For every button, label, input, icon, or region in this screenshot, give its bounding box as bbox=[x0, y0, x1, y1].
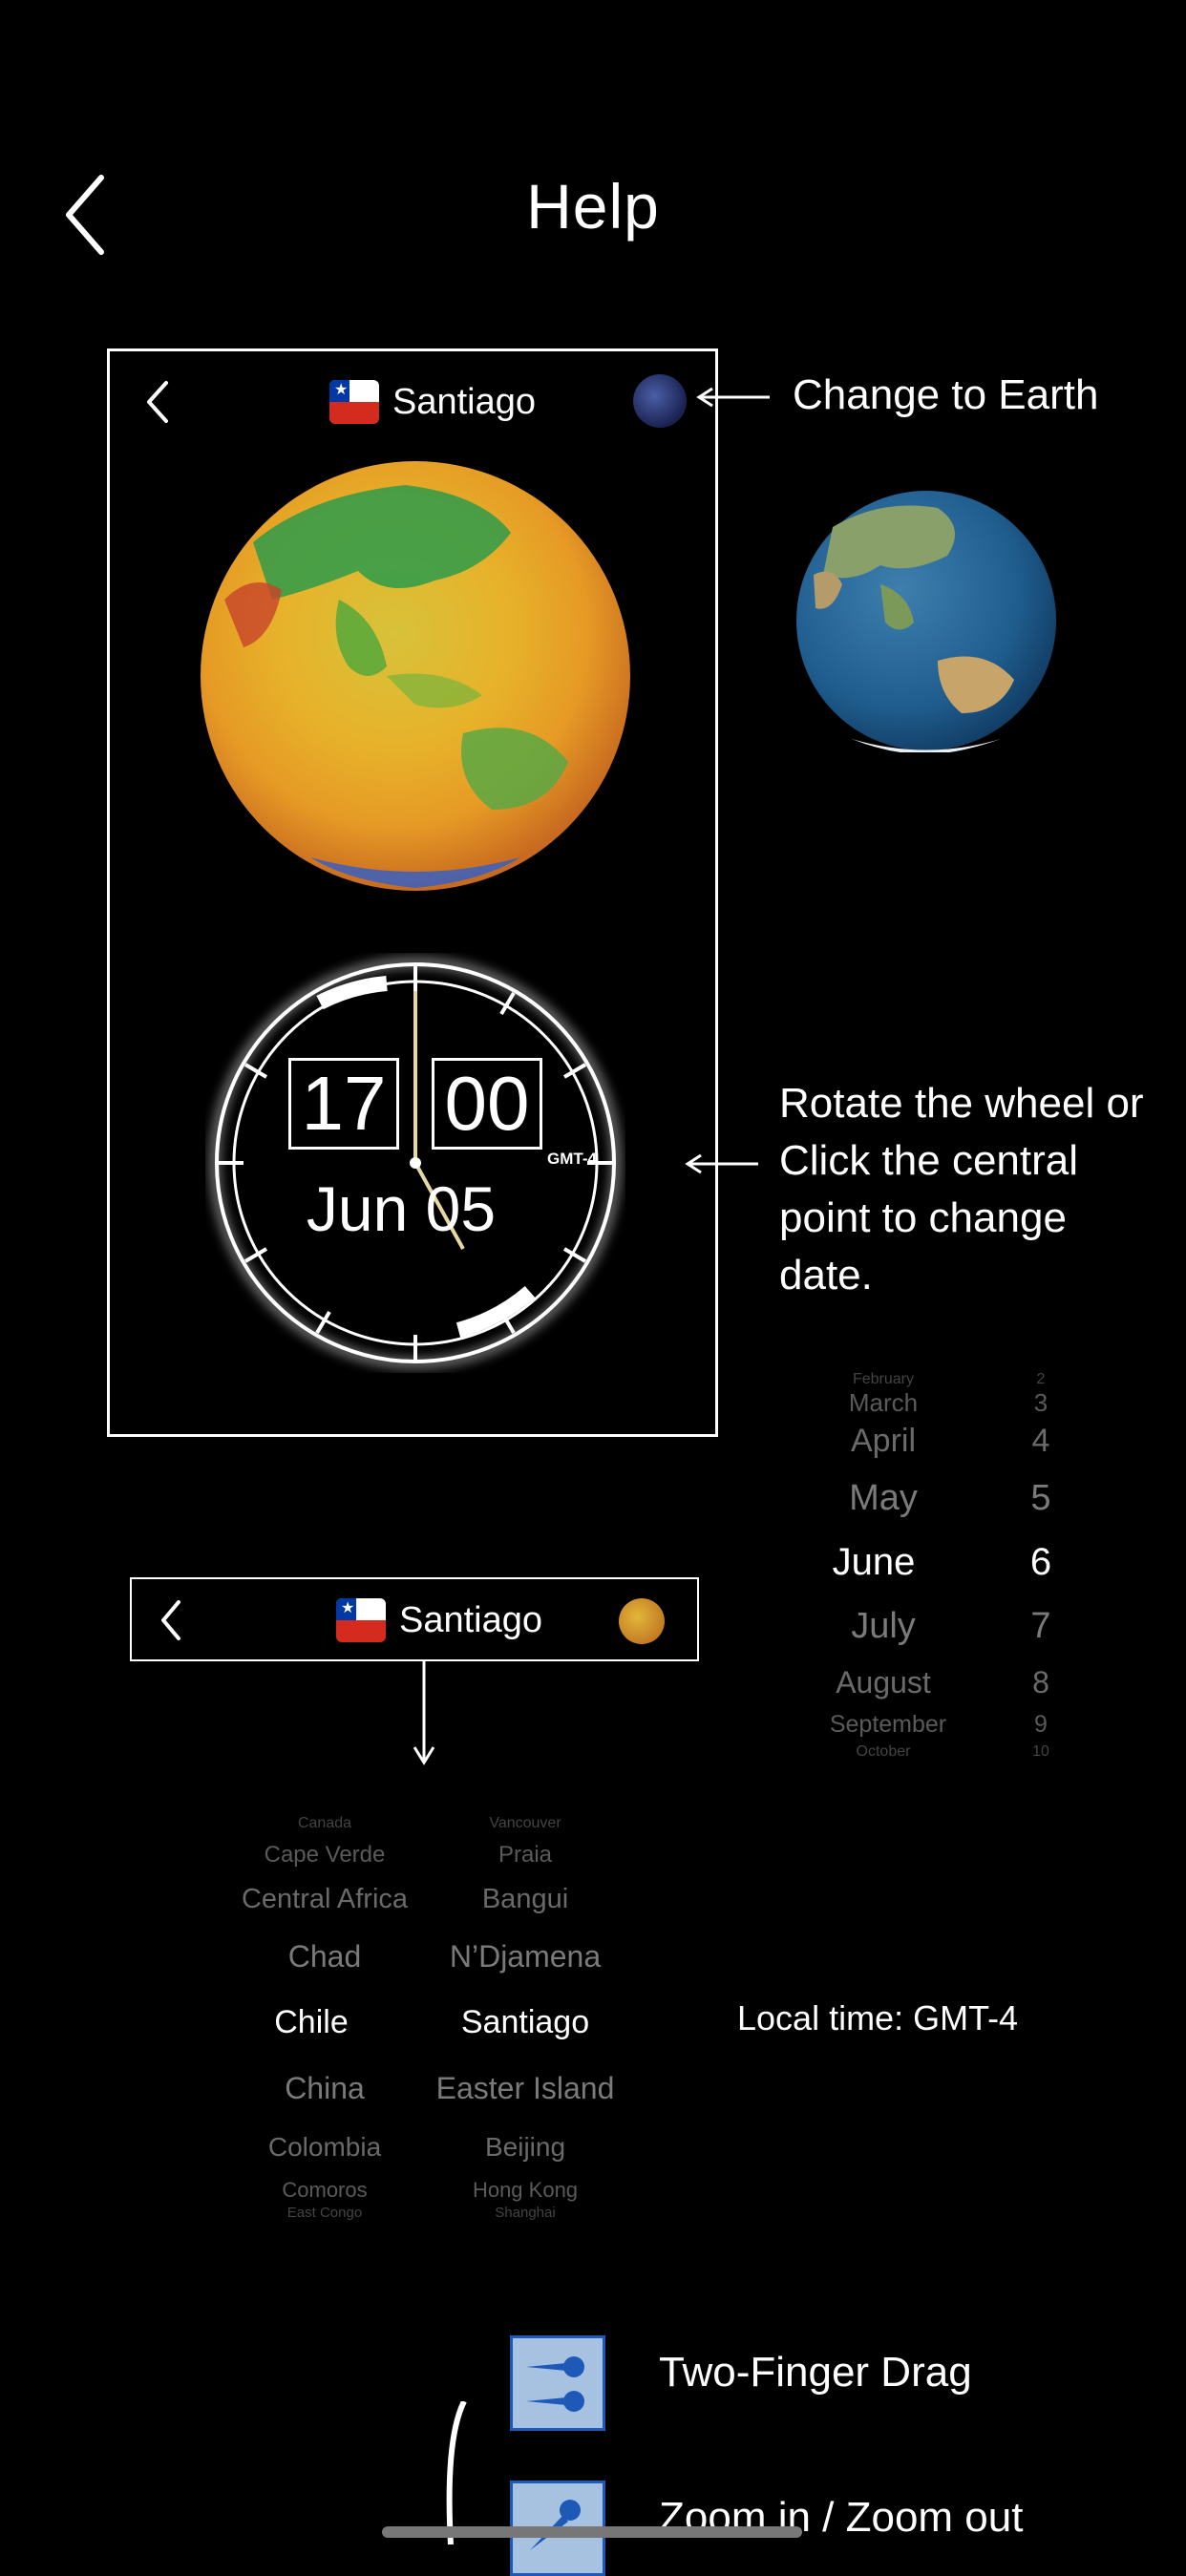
month-picker-num: 10 bbox=[1032, 1743, 1049, 1760]
country-picker-country: Chad bbox=[287, 1939, 362, 1974]
country-picker-city: Shanghai bbox=[495, 2205, 556, 2221]
city-header-bar[interactable]: ★ Santiago bbox=[130, 1577, 699, 1661]
rotate-wheel-instructions: Rotate the wheel or Click the central po… bbox=[779, 1075, 1144, 1304]
clock-date: Jun 05 bbox=[306, 1173, 497, 1244]
clock-timezone: GMT-4 bbox=[547, 1150, 597, 1168]
instruction-line: point to change bbox=[779, 1194, 1067, 1241]
earth-globe-image bbox=[796, 491, 1056, 752]
country-picker-city: Hong Kong bbox=[472, 2178, 579, 2202]
country-picker-country: Canada bbox=[297, 1815, 352, 1831]
preview-title: ★ Santiago bbox=[329, 378, 536, 426]
month-picker-num: 5 bbox=[1030, 1478, 1051, 1518]
instruction-line: Click the central bbox=[779, 1137, 1079, 1184]
page-title: Help bbox=[526, 171, 660, 242]
clock-hours: 17 bbox=[288, 1058, 399, 1150]
back-chevron-icon bbox=[161, 1600, 180, 1640]
chile-flag-icon: ★ bbox=[329, 380, 379, 424]
month-picker[interactable]: February 2 March 3 April 4 May 5 June 6 … bbox=[783, 1371, 1079, 1760]
month-picker-month: April bbox=[850, 1423, 917, 1459]
instruction-line: Rotate the wheel or bbox=[779, 1080, 1144, 1127]
month-picker-num-selected: 6 bbox=[1029, 1541, 1052, 1583]
country-picker-city-selected: Santiago bbox=[460, 2004, 590, 2040]
month-picker-month: May bbox=[849, 1478, 918, 1518]
country-picker-city: Beijing bbox=[484, 2132, 566, 2162]
month-picker-month: August bbox=[836, 1665, 931, 1700]
month-picker-num: 9 bbox=[1034, 1711, 1048, 1738]
arrow-left-icon bbox=[685, 1153, 758, 1174]
country-picker-city: Bangui bbox=[481, 1884, 569, 1914]
arrow-down-icon bbox=[413, 1661, 435, 1765]
month-picker-month: February bbox=[852, 1371, 915, 1387]
country-picker-country: Cape Verde bbox=[264, 1842, 386, 1868]
country-picker-city: Easter Island bbox=[435, 2071, 615, 2105]
chile-flag-icon: ★ bbox=[336, 1598, 386, 1642]
country-picker-country: East Congo bbox=[286, 2205, 363, 2221]
month-picker-month: March bbox=[848, 1388, 919, 1417]
month-picker-num: 2 bbox=[1036, 1371, 1046, 1387]
local-time-label: Local time: GMT-4 bbox=[737, 1998, 1019, 2038]
month-picker-month: September bbox=[829, 1711, 947, 1738]
instruction-line: date. bbox=[779, 1252, 873, 1299]
country-picker-country: China bbox=[285, 2071, 365, 2105]
country-picker-country-selected: Chile bbox=[274, 2004, 349, 2040]
country-picker-country: Comoros bbox=[282, 2178, 368, 2202]
home-indicator[interactable] bbox=[382, 2526, 802, 2538]
change-to-earth-label: Change to Earth bbox=[793, 371, 1099, 418]
month-picker-month: October bbox=[856, 1743, 911, 1760]
country-picker-country: Central Africa bbox=[241, 1884, 409, 1914]
month-picker-num: 3 bbox=[1033, 1388, 1048, 1417]
month-picker-month: July bbox=[851, 1606, 916, 1646]
city-header-title[interactable]: ★ Santiago bbox=[336, 1596, 542, 1644]
heatmap-globe-image bbox=[201, 461, 630, 891]
gesture-label: Two-Finger Drag bbox=[659, 2349, 972, 2396]
country-picker-city: Vancouver bbox=[489, 1815, 561, 1831]
month-picker-month-selected: June bbox=[832, 1541, 916, 1583]
country-picker-city: Praia bbox=[498, 1842, 553, 1868]
month-picker-num: 7 bbox=[1030, 1606, 1051, 1646]
earth-globe-icon bbox=[633, 374, 687, 428]
heatmap-globe-icon[interactable] bbox=[619, 1598, 665, 1644]
country-picker-country: Colombia bbox=[267, 2132, 382, 2162]
clock-minutes: 00 bbox=[432, 1058, 542, 1150]
month-picker-num: 4 bbox=[1031, 1423, 1050, 1459]
two-finger-drag-icon bbox=[510, 2335, 605, 2431]
month-picker-num: 8 bbox=[1032, 1665, 1049, 1700]
app-preview-frame: ★ Santiago 17 00 Jun 05 GMT-4 bbox=[107, 348, 718, 1437]
city-header-label: Santiago bbox=[399, 1599, 543, 1640]
country-picker-city: N’Djamena bbox=[449, 1939, 602, 1974]
arrow-left-icon bbox=[696, 387, 770, 408]
preview-back-icon bbox=[147, 381, 168, 423]
curve-line-decoration bbox=[446, 2401, 467, 2544]
country-city-picker[interactable]: Canada Vancouver Cape Verde Praia Centra… bbox=[210, 1815, 649, 2221]
preview-city-label: Santiago bbox=[392, 381, 537, 422]
